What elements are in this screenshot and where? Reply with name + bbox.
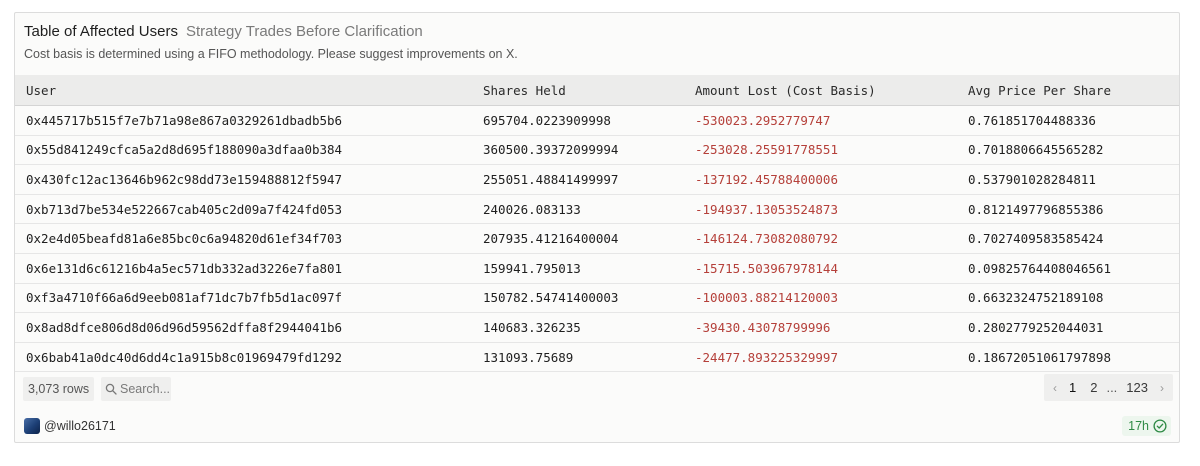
card-subtitle: Strategy Trades Before Clarification [185, 23, 423, 40]
table-row: 0x6bab41a0dc40d6dd4c1a915b8c01969479fd12… [15, 342, 1179, 372]
cell-user: 0x6e131d6c61216b4a5ec571db332ad3226e7fa8… [26, 260, 343, 276]
pagination: ‹ 1 2 ... 123 › [1043, 374, 1173, 401]
cell-amount-lost: -253028.25591778551 [695, 142, 838, 158]
table-row: 0x6e131d6c61216b4a5ec571db332ad3226e7fa8… [15, 253, 1179, 284]
cell-avg-price: 0.18672051061797898 [968, 349, 1111, 365]
cell-shares-held: 159941.795013 [483, 260, 581, 276]
author-handle[interactable]: @willo26171 [44, 419, 116, 433]
table-row: 0x2e4d05beafd81a6e85bc0c6a94820d61ef34f7… [15, 224, 1179, 254]
cell-user: 0xf3a4710f66a6d9eeb081af71dc7b7fb5d1ac09… [26, 290, 343, 306]
cell-avg-price: 0.09825764408046561 [968, 260, 1111, 276]
check-circle-icon [1153, 419, 1167, 433]
card-header: Table of Affected Users Strategy Trades … [24, 23, 423, 43]
cell-user: 0x6bab41a0dc40d6dd4c1a915b8c01969479fd12… [26, 349, 343, 365]
row-count-badge: 3,073 rows [23, 377, 95, 401]
cell-user: 0x55d841249cfca5a2d8d695f188090a3dfaa0b3… [26, 142, 343, 158]
cell-amount-lost: -100003.88214120003 [695, 290, 838, 306]
cell-amount-lost: -530023.2952779747 [695, 112, 831, 128]
cell-shares-held: 695704.0223909998 [483, 112, 611, 128]
table-header-row: User Shares Held Amount Lost (Cost Basis… [15, 75, 1179, 106]
column-header-avg-price[interactable]: Avg Price Per Share [957, 75, 1179, 106]
cell-user: 0x445717b515f7e7b71a98e867a0329261dbadb5… [26, 112, 343, 128]
cell-user: 0x8ad8dfce806d8d06d96d59562dffa8f2944041… [26, 319, 343, 335]
cell-amount-lost: -24477.893225329997 [695, 349, 838, 365]
table-row: 0xf3a4710f66a6d9eeb081af71dc7b7fb5d1ac09… [15, 283, 1179, 313]
affected-users-table: User Shares Held Amount Lost (Cost Basis… [15, 75, 1179, 372]
cell-shares-held: 207935.41216400004 [483, 231, 619, 247]
cell-user: 0x2e4d05beafd81a6e85bc0c6a94820d61ef34f7… [26, 231, 343, 247]
page-1-button[interactable]: 1 [1062, 374, 1083, 401]
cell-avg-price: 0.7018806645565282 [968, 142, 1104, 158]
search-box[interactable] [101, 377, 174, 401]
table-row: 0x55d841249cfca5a2d8d695f188090a3dfaa0b3… [15, 135, 1179, 165]
users-table-container: User Shares Held Amount Lost (Cost Basis… [15, 75, 1179, 372]
avatar [24, 418, 40, 434]
cell-amount-lost: -15715.503967978144 [695, 260, 838, 276]
cell-avg-price: 0.2802779252044031 [968, 319, 1104, 335]
search-icon [105, 383, 117, 395]
page-last-button[interactable]: 123 [1119, 374, 1155, 401]
card-title: Table of Affected Users [24, 23, 178, 40]
pagination-ellipsis: ... [1106, 380, 1118, 395]
table-row: 0xb713d7be534e522667cab405c2d09a7f424fd0… [15, 194, 1179, 224]
cell-user: 0x430fc12ac13646b962c98dd73e159488812f59… [26, 171, 343, 187]
cell-shares-held: 140683.326235 [483, 319, 581, 335]
table-card: Table of Affected Users Strategy Trades … [14, 12, 1180, 443]
table-row: 0x8ad8dfce806d8d06d96d59562dffa8f2944041… [15, 313, 1179, 343]
chevron-right-icon[interactable]: › [1155, 381, 1169, 395]
table-footer: 3,073 rows ‹ 1 2 ... 123 › [23, 374, 1173, 401]
cell-shares-held: 150782.54741400003 [483, 290, 619, 306]
chevron-left-icon[interactable]: ‹ [1048, 381, 1062, 395]
author-attribution[interactable]: @willo26171 [24, 417, 116, 435]
page-2-button[interactable]: 2 [1083, 374, 1104, 401]
cell-shares-held: 360500.39372099994 [483, 142, 619, 158]
cell-shares-held: 255051.48841499997 [483, 171, 619, 187]
card-description: Cost basis is determined using a FIFO me… [24, 47, 518, 61]
last-updated-time: 17h [1128, 419, 1149, 433]
cell-shares-held: 240026.083133 [483, 201, 581, 217]
cell-avg-price: 0.537901028284811 [968, 171, 1096, 187]
cell-amount-lost: -39430.43078799996 [695, 319, 831, 335]
cell-avg-price: 0.8121497796855386 [968, 201, 1104, 217]
cell-user: 0xb713d7be534e522667cab405c2d09a7f424fd0… [26, 201, 343, 217]
table-row: 0x445717b515f7e7b71a98e867a0329261dbadb5… [15, 106, 1179, 136]
cell-avg-price: 0.6632324752189108 [968, 290, 1104, 306]
cell-avg-price: 0.761851704488336 [968, 112, 1096, 128]
search-input[interactable] [117, 382, 174, 396]
table-row: 0x430fc12ac13646b962c98dd73e159488812f59… [15, 165, 1179, 195]
cell-amount-lost: -137192.45788400006 [695, 171, 838, 187]
cell-amount-lost: -146124.73082080792 [695, 231, 838, 247]
cell-amount-lost: -194937.13053524873 [695, 201, 838, 217]
column-header-user[interactable]: User [15, 75, 472, 106]
cell-avg-price: 0.7027409583585424 [968, 231, 1104, 247]
column-header-amount-lost[interactable]: Amount Lost (Cost Basis) [684, 75, 957, 106]
column-header-shares-held[interactable]: Shares Held [472, 75, 684, 106]
status-badge: 17h [1122, 416, 1171, 436]
cell-shares-held: 131093.75689 [483, 349, 574, 365]
